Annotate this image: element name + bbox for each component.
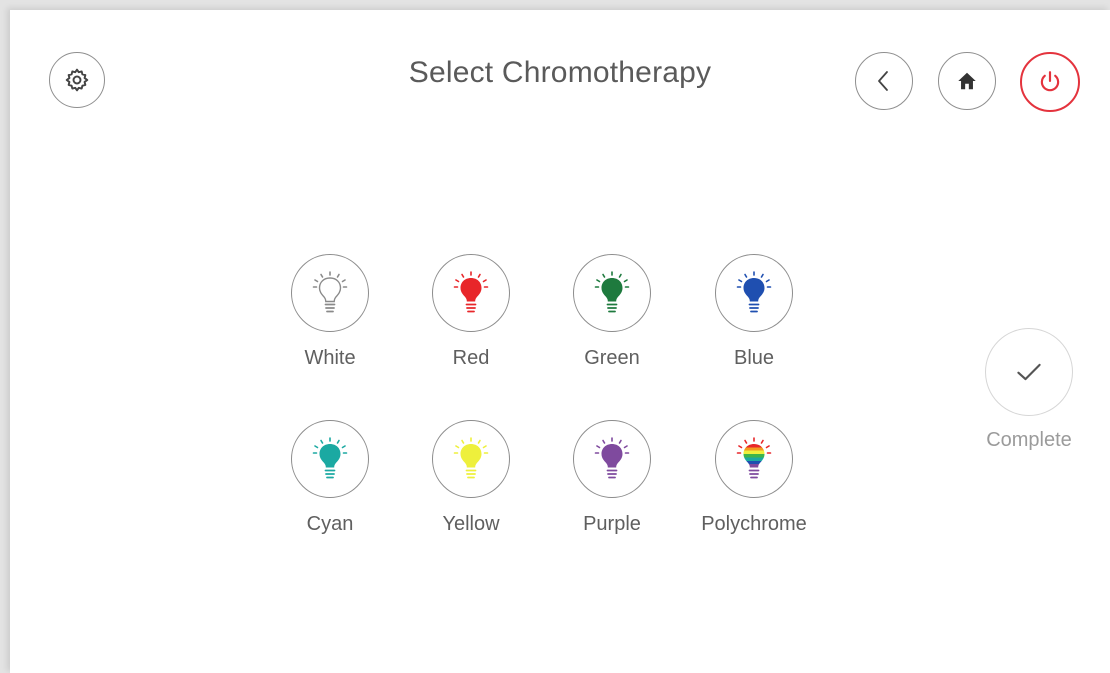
color-option-circle[interactable] [573, 254, 651, 332]
light-bulb-icon [453, 271, 489, 313]
chromotherapy-screen: Select Chromotherapy White Red Green Blue Cy… [10, 10, 1110, 673]
color-option-label: Polychrome [701, 513, 807, 535]
color-option-green[interactable]: Green [547, 254, 677, 384]
color-option-label: Red [452, 347, 490, 369]
color-option-yellow[interactable]: Yellow [406, 420, 536, 550]
complete-button[interactable]: Complete [980, 328, 1076, 468]
color-option-blue[interactable]: Blue [689, 254, 819, 384]
color-option-polychrome[interactable]: Polychrome [689, 420, 819, 550]
light-bulb-icon [736, 437, 772, 479]
color-option-circle[interactable] [291, 254, 369, 332]
color-option-circle[interactable] [573, 420, 651, 498]
color-option-circle[interactable] [432, 420, 510, 498]
color-option-label: Cyan [306, 513, 354, 535]
color-option-white[interactable]: White [265, 254, 395, 384]
power-button[interactable] [1020, 52, 1080, 112]
home-button[interactable] [938, 52, 996, 110]
light-bulb-icon [594, 271, 630, 313]
color-option-label: Yellow [442, 513, 500, 535]
chevron-left-icon [878, 71, 888, 91]
color-option-red[interactable]: Red [406, 254, 536, 384]
power-icon [1040, 71, 1060, 92]
back-button[interactable] [855, 52, 913, 110]
home-icon [958, 72, 976, 90]
light-bulb-icon [453, 437, 489, 479]
color-option-cyan[interactable]: Cyan [265, 420, 395, 550]
color-option-circle[interactable] [432, 254, 510, 332]
checkmark-icon [1017, 363, 1041, 381]
complete-label: Complete [986, 429, 1072, 451]
light-bulb-icon [312, 437, 348, 479]
color-option-circle[interactable] [291, 420, 369, 498]
color-option-circle[interactable] [715, 420, 793, 498]
complete-circle[interactable] [985, 328, 1073, 416]
color-option-label: Green [584, 347, 640, 369]
light-bulb-icon [594, 437, 630, 479]
color-option-circle[interactable] [715, 254, 793, 332]
color-option-label: White [304, 347, 356, 369]
light-bulb-icon [312, 271, 348, 313]
color-option-label: Blue [733, 347, 775, 369]
color-option-purple[interactable]: Purple [547, 420, 677, 550]
light-bulb-icon [736, 271, 772, 313]
color-option-label: Purple [583, 513, 641, 535]
